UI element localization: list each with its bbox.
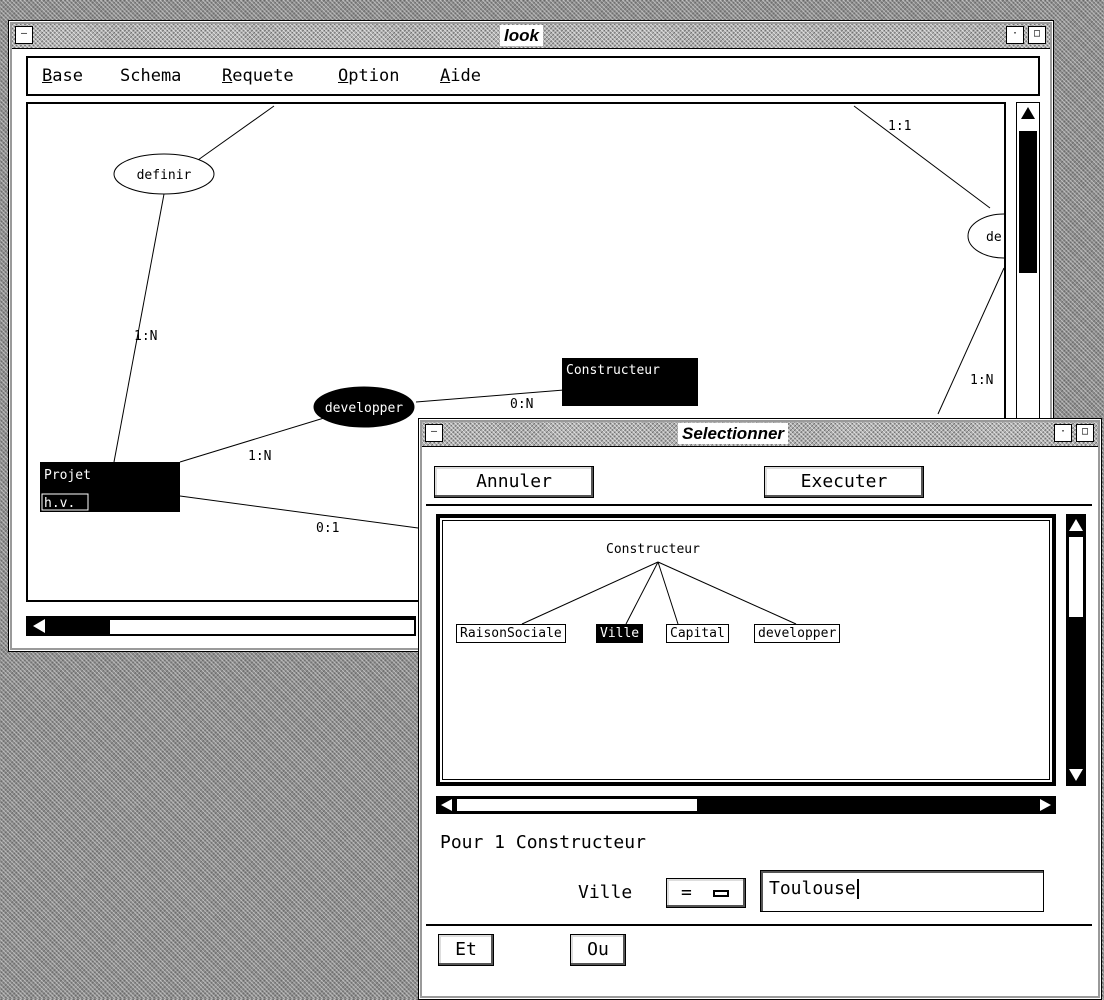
edge-projet-other	[179, 495, 419, 529]
operator-value: =	[681, 882, 692, 903]
scroll-track[interactable]	[109, 619, 415, 635]
entity-projet-label: Projet	[44, 468, 91, 483]
tree-lines	[521, 561, 797, 625]
and-button[interactable]: Et	[438, 934, 494, 966]
cancel-button[interactable]: Annuler	[434, 466, 594, 498]
menu-base[interactable]: Base	[42, 66, 83, 86]
diagram-vertical-scrollbar[interactable]	[1016, 102, 1040, 432]
card-developper-projet: 1:N	[248, 449, 271, 464]
condition-attribute-label: Ville	[578, 882, 633, 903]
edge-definir-projet	[113, 193, 165, 463]
main-titlebar[interactable]: — look · □	[12, 24, 1050, 49]
menu-bar: Base Schema Requete Option Aide	[26, 56, 1040, 96]
execute-button[interactable]: Executer	[764, 466, 924, 498]
rel-developper-label: developper	[325, 401, 403, 416]
tree-vertical-scrollbar[interactable]	[1066, 514, 1086, 786]
scroll-left-icon[interactable]	[33, 619, 45, 633]
card-developper-constructeur: 0:N	[510, 397, 533, 412]
minimize-icon[interactable]: ·	[1006, 26, 1024, 44]
dialog-window-menu-icon[interactable]: —	[425, 424, 443, 442]
tree-scroll-left-icon[interactable]	[441, 799, 452, 811]
attribute-tree[interactable]: Constructeur RaisonSociale Ville Capital…	[436, 514, 1056, 786]
text-cursor-icon	[856, 879, 859, 899]
tree-scroll-up-icon[interactable]	[1069, 519, 1083, 531]
edge-definir-top	[197, 105, 275, 161]
tree-root-node[interactable]: Constructeur	[606, 542, 700, 557]
maximize-icon[interactable]: □	[1028, 26, 1046, 44]
card-right: 1:N	[970, 373, 993, 388]
scroll-up-icon[interactable]	[1021, 107, 1035, 119]
rel-de-partial-label: de	[986, 230, 1002, 245]
tree-node-raisonsociale[interactable]: RaisonSociale	[456, 624, 566, 643]
edge-top-right	[853, 105, 991, 209]
condition-header: Pour 1 Constructeur	[440, 832, 646, 853]
card-definir-projet: 1:N	[134, 329, 157, 344]
menu-requete[interactable]: Requete	[222, 66, 294, 86]
dialog-maximize-icon[interactable]: □	[1076, 424, 1094, 442]
tree-scroll-track[interactable]	[1069, 537, 1083, 617]
tree-node-developper[interactable]: developper	[754, 624, 841, 643]
dialog-minimize-icon[interactable]: ·	[1054, 424, 1072, 442]
rel-definir-label: definir	[137, 168, 192, 183]
edge-developper-constructeur	[415, 389, 565, 403]
dialog-top-separator	[426, 504, 1092, 506]
card-projet-other: 0:1	[316, 521, 339, 536]
operator-menu-button[interactable]: =	[666, 878, 746, 908]
tree-scroll-down-icon[interactable]	[1069, 769, 1083, 781]
menu-schema[interactable]: Schema	[120, 66, 181, 86]
tree-horizontal-scrollbar[interactable]	[436, 796, 1056, 814]
entity-constructeur-label: Constructeur	[566, 363, 660, 378]
tree-node-capital[interactable]: Capital	[666, 624, 729, 643]
edge-right	[937, 267, 1004, 415]
diagram-horizontal-scrollbar[interactable]	[26, 616, 416, 636]
tree-scroll-right-icon[interactable]	[1040, 799, 1051, 811]
value-text: Toulouse	[769, 878, 856, 899]
main-window-title: look	[500, 25, 543, 46]
value-input[interactable]: Toulouse	[760, 870, 1044, 912]
entity-projet-attribute: h.v.	[44, 496, 75, 511]
dialog-titlebar[interactable]: — Selectionner · □	[422, 422, 1098, 447]
card-top-right: 1:1	[888, 119, 911, 134]
or-button[interactable]: Ou	[570, 934, 626, 966]
dialog-bottom-separator	[426, 924, 1092, 926]
dialog-title: Selectionner	[678, 423, 789, 444]
scroll-thumb[interactable]	[1019, 131, 1037, 273]
tree-node-ville[interactable]: Ville	[596, 624, 644, 643]
tree-hscroll-track[interactable]	[457, 799, 697, 811]
menu-option[interactable]: Option	[338, 66, 399, 86]
window-menu-icon[interactable]: —	[15, 26, 33, 44]
option-menu-icon	[712, 889, 729, 897]
menu-aide[interactable]: Aide	[440, 66, 481, 86]
